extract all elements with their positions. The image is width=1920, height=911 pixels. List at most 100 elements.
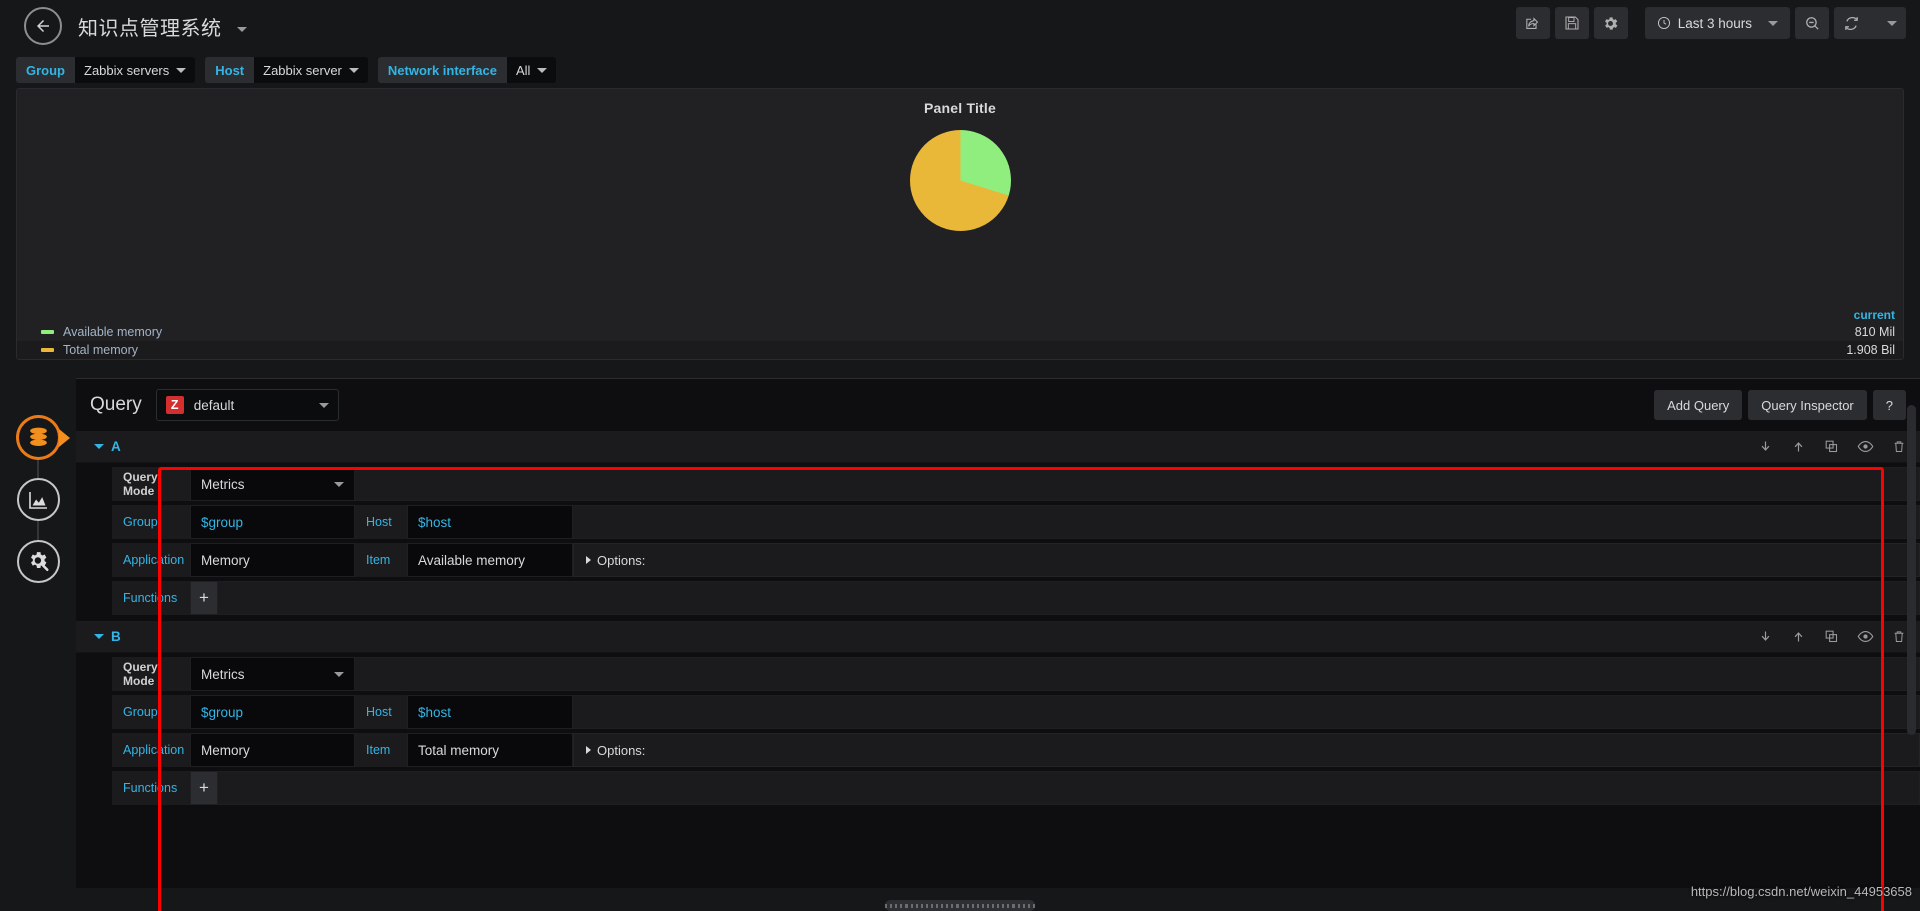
legend-item-available-memory[interactable]: Available memory 810 Mil [17,323,1903,341]
move-up-icon[interactable] [1791,629,1806,644]
panel-title[interactable]: Panel Title [17,89,1903,116]
queries-tab[interactable] [17,416,60,459]
host-input[interactable]: $host [407,505,573,539]
delete-icon[interactable] [1892,629,1906,644]
add-query-button[interactable]: Add Query [1654,390,1742,420]
toggle-visibility-icon[interactable] [1857,629,1874,644]
panel-container: Panel Title current Available memory 810… [0,88,1920,360]
chevron-down-icon [176,68,186,73]
collapse-toggle-icon[interactable] [94,634,104,639]
item-input[interactable]: Total memory [407,733,573,767]
add-function-button[interactable]: + [190,771,218,805]
item-label: Item [355,733,407,767]
functions-line: Functions + [112,771,1920,805]
query-mode-select[interactable]: Metrics [190,657,355,691]
group-input[interactable]: $group [190,695,355,729]
move-up-icon[interactable] [1791,439,1806,454]
duplicate-icon[interactable] [1824,629,1839,644]
application-item-line: Application Memory Item Total memory Opt… [112,733,1920,767]
variable-host: Host Zabbix server [205,57,368,83]
general-settings-tab[interactable] [17,540,60,583]
chevron-down-icon [349,68,359,73]
group-host-filler [573,695,1920,729]
refresh-icon [1843,15,1860,32]
query-row-b-body: Query Mode Metrics Group $group Host $ho… [76,653,1920,811]
variable-network-interface-dropdown[interactable]: All [507,57,556,83]
functions-line: Functions + [112,581,1920,615]
variable-host-label: Host [205,57,254,83]
panel-resize-handle[interactable] [885,900,1035,911]
datasource-name: default [194,398,235,413]
editor-scrollbar[interactable] [1907,405,1916,735]
variable-network-interface: Network interface All [378,57,557,83]
editor-tab-rail [0,378,76,888]
topnav-actions: Last 3 hours [1504,7,1906,39]
query-toolbar: Query Z default Add Query Query Inspecto… [76,379,1920,431]
chevron-right-icon [586,746,591,754]
legend-series-current-value: 810 Mil [1807,325,1895,339]
chevron-right-icon [586,556,591,564]
query-inspector-button[interactable]: Query Inspector [1748,390,1867,420]
legend-series-name: Total memory [63,343,138,357]
application-input[interactable]: Memory [190,733,355,767]
query-ref-id: B [111,629,121,644]
options-toggle[interactable]: Options: [573,543,1920,577]
variable-group-dropdown[interactable]: Zabbix servers [75,57,195,83]
save-disk-icon [1564,15,1580,31]
share-dashboard-button[interactable] [1516,7,1550,39]
save-dashboard-button[interactable] [1555,7,1589,39]
variable-host-dropdown[interactable]: Zabbix server [254,57,368,83]
query-ref-id: A [111,439,121,454]
functions-filler [218,581,1920,615]
query-row-b-actions [1758,629,1906,644]
top-navbar: 知识点管理系统 [0,0,1920,52]
application-input[interactable]: Memory [190,543,355,577]
functions-label: Functions [112,581,190,615]
chevron-down-icon [334,672,344,677]
options-toggle[interactable]: Options: [573,733,1920,767]
variable-group: Group Zabbix servers [16,57,195,83]
functions-label: Functions [112,771,190,805]
chevron-down-icon [319,403,329,408]
group-host-filler [573,505,1920,539]
application-item-line: Application Memory Item Available memory… [112,543,1920,577]
toggle-visibility-icon[interactable] [1857,439,1874,454]
pie-chart [910,130,1011,231]
variable-host-value: Zabbix server [263,63,342,78]
group-host-line: Group $group Host $host [112,695,1920,729]
query-row-a-header: A [76,431,1920,463]
host-input[interactable]: $host [407,695,573,729]
add-function-button[interactable]: + [190,581,218,615]
datasource-picker[interactable]: Z default [156,389,339,421]
item-input[interactable]: Available memory [407,543,573,577]
move-down-icon[interactable] [1758,629,1773,644]
zoom-out-button[interactable] [1795,7,1829,39]
refresh-button[interactable] [1834,7,1869,39]
query-mode-value: Metrics [201,667,245,682]
delete-icon[interactable] [1892,439,1906,454]
query-mode-filler [355,657,1920,691]
refresh-interval-dropdown[interactable] [1869,7,1906,39]
chevron-down-icon [334,482,344,487]
duplicate-icon[interactable] [1824,439,1839,454]
query-row-a-body: Query Mode Metrics Group $group Host $ho… [76,463,1920,621]
legend-item-total-memory[interactable]: Total memory 1.908 Bil [17,341,1903,359]
move-down-icon[interactable] [1758,439,1773,454]
group-input[interactable]: $group [190,505,355,539]
chevron-down-icon [537,68,547,73]
refresh-control [1834,7,1906,39]
query-mode-select[interactable]: Metrics [190,467,355,501]
query-editor-body: Query Z default Add Query Query Inspecto… [76,378,1920,888]
item-label: Item [355,543,407,577]
host-label: Host [355,695,407,729]
dashboard-settings-button[interactable] [1594,7,1628,39]
legend-series-current-value: 1.908 Bil [1807,343,1895,357]
page-title[interactable]: 知识点管理系统 [78,12,247,41]
collapse-toggle-icon[interactable] [94,444,104,449]
time-range-picker[interactable]: Last 3 hours [1645,7,1790,39]
back-button[interactable] [24,7,62,45]
graph-panel: Panel Title current Available memory 810… [16,88,1904,360]
help-button[interactable]: ? [1873,390,1906,420]
query-mode-line: Query Mode Metrics [112,657,1920,691]
visualization-tab[interactable] [17,478,60,521]
